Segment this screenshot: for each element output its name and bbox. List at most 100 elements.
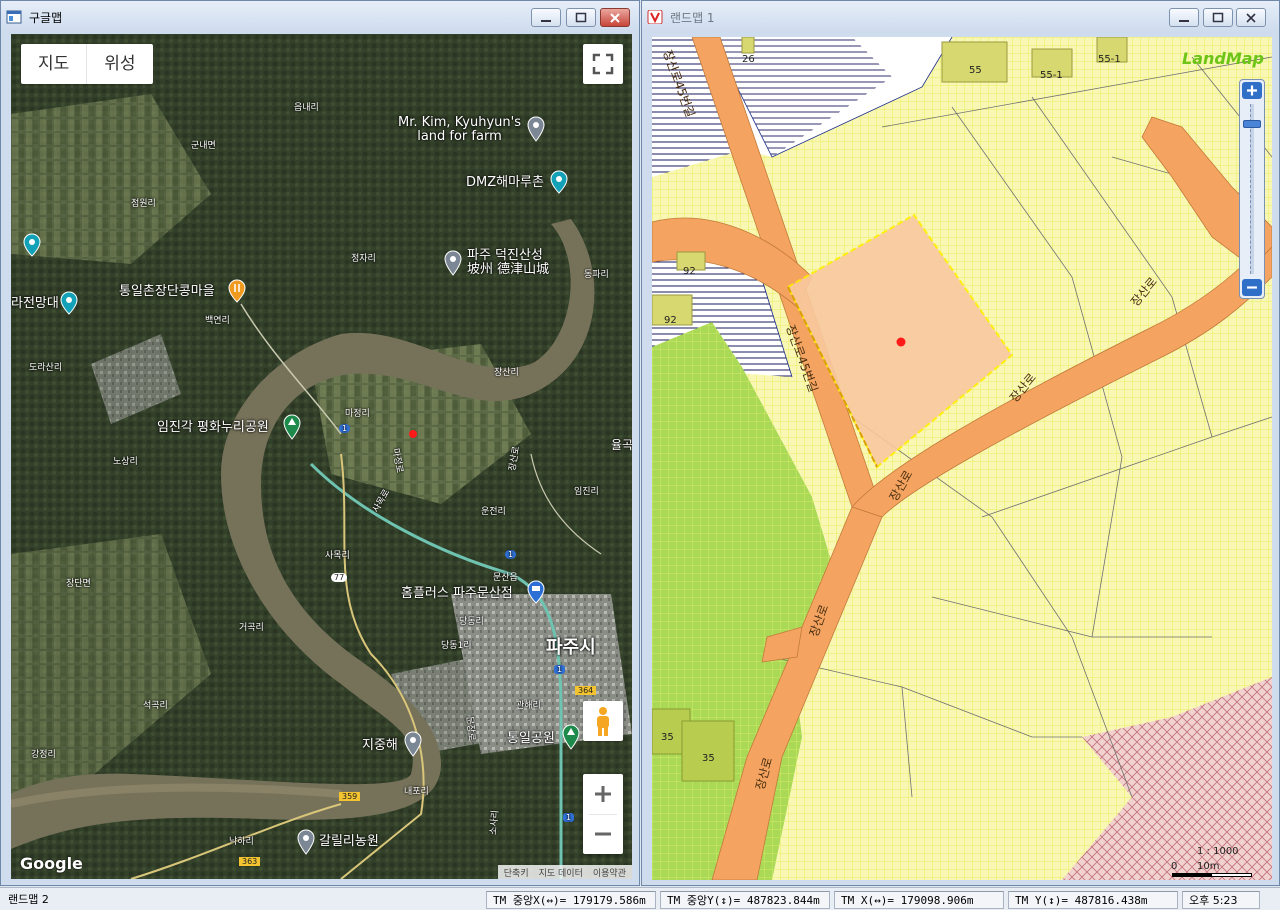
map-type-control: 지도 위성 — [21, 44, 153, 84]
map-pin-icon — [297, 829, 315, 855]
area-label: 당동1리 — [441, 641, 472, 651]
area-label: 당동리 — [459, 617, 484, 627]
status-app-name: 랜드맵 2 — [8, 893, 49, 906]
map-type-satellite-button[interactable]: 위성 — [87, 44, 152, 84]
maximize-icon — [1212, 12, 1224, 23]
camera-pin-icon — [550, 170, 568, 194]
route-badge: 364 — [575, 686, 597, 695]
terms-link[interactable]: 이용약관 — [593, 866, 626, 879]
parcel-number: 92 — [664, 315, 677, 326]
landmap-titlebar[interactable]: 랜드맵 1 — [642, 1, 1279, 33]
minus-icon — [595, 832, 611, 836]
area-label: 강정리 — [31, 750, 56, 760]
poi-deokjin-fortress[interactable]: 파주 덕진산성 坡州 德津山城 — [467, 249, 549, 277]
area-label: 군내면 — [191, 141, 216, 151]
maximize-button[interactable] — [1203, 8, 1233, 27]
minimize-icon — [541, 20, 551, 22]
poi-tongil-park[interactable]: 통일공원 — [507, 732, 555, 746]
poi-dmz[interactable]: DMZ해마루촌 — [466, 176, 544, 190]
route-badge: 1 — [554, 665, 566, 674]
park-pin-icon — [562, 724, 580, 750]
area-label: 동파리 — [584, 270, 609, 280]
zoom-slider[interactable] — [1239, 79, 1265, 299]
maximize-button[interactable] — [566, 8, 596, 27]
zoom-track[interactable] — [1250, 104, 1254, 274]
poi-label: 坡州 德津山城 — [467, 262, 550, 277]
google-map-titlebar[interactable]: 구글맵 — [1, 1, 639, 33]
area-label: 거곡리 — [239, 623, 264, 633]
landmap-window: 랜드맵 1 26 55 55-1 55-1 92 92 35 35 장산로45번… — [641, 0, 1280, 886]
area-label: 석곡리 — [143, 701, 168, 711]
fullscreen-icon — [592, 53, 614, 75]
status-tm-center-y: TM 중앙Y(↕)= 487823.844m — [660, 891, 830, 909]
plus-icon — [1247, 85, 1257, 96]
route-badge: 1 — [339, 424, 351, 433]
status-tm-x: TM X(↔)= 179098.906m — [834, 891, 1004, 909]
location-marker — [896, 337, 906, 347]
landmap-logo: LandMap — [1182, 49, 1265, 68]
parcel-number: 55 — [969, 65, 982, 76]
camera-pin-icon — [23, 233, 41, 257]
minimize-button[interactable] — [1169, 8, 1199, 27]
pegman-icon — [597, 707, 609, 736]
area-label: 도라산리 — [29, 363, 63, 373]
landmap-app-icon — [647, 10, 663, 24]
area-label: 문산읍 — [493, 573, 518, 583]
parcel-number: 26 — [742, 54, 755, 65]
zoom-out-button[interactable] — [1242, 279, 1262, 296]
satellite-imagery — [11, 34, 632, 879]
area-label: 율곡 — [611, 438, 632, 452]
zoom-in-button[interactable] — [1242, 82, 1262, 99]
area-label: 내포리 — [404, 787, 429, 797]
keyboard-shortcuts-link[interactable]: 단축키 — [504, 866, 529, 879]
fullscreen-button[interactable] — [583, 44, 623, 84]
poi-homeplus[interactable]: 홈플러스 파주문산점 — [401, 587, 513, 601]
poi-label: Mr. Kim, Kyuhyun's — [398, 115, 521, 130]
close-button[interactable] — [1236, 8, 1266, 27]
satellite-map[interactable]: 지도 위성 읍내리 군내면 점원리 정자리 동파리 백연리 도라산리 장산리 마… — [11, 34, 632, 879]
area-label: 마정리 — [345, 409, 370, 419]
maximize-icon — [575, 12, 587, 23]
street-view-button[interactable] — [583, 701, 623, 741]
area-label: 정자리 — [351, 254, 376, 264]
zoom-out-button[interactable] — [583, 814, 623, 854]
poi-label: land for farm — [417, 129, 502, 144]
window-title: 랜드맵 1 — [670, 11, 715, 25]
parcel-number: 55-1 — [1040, 70, 1063, 81]
poi-farm[interactable]: Mr. Kim, Kyuhyun's land for farm — [398, 116, 521, 144]
cadastral-map[interactable]: 26 55 55-1 55-1 92 92 35 35 장산로45번길 장산로4… — [652, 37, 1272, 880]
cadastral-map-drawing — [652, 37, 1272, 880]
map-attribution: 단축키 지도 데이터 이용약관 — [497, 865, 632, 879]
route-badge: 363 — [239, 857, 261, 866]
parcel-number: 92 — [683, 266, 696, 277]
close-icon — [610, 13, 620, 23]
poi-galgolri[interactable]: 갈릴리농원 — [319, 835, 379, 849]
status-tm-y: TM Y(↕)= 487816.438m — [1008, 891, 1178, 909]
poi-observatory[interactable]: 라전망대 — [11, 297, 59, 311]
map-type-map-button[interactable]: 지도 — [21, 44, 88, 84]
scale-zero: 0 — [1171, 861, 1178, 872]
poi-jijunghae[interactable]: 지중해 — [362, 739, 398, 753]
map-data-link[interactable]: 지도 데이터 — [539, 866, 583, 879]
poi-imjingak[interactable]: 임진각 평화누리공원 — [157, 421, 269, 435]
close-button[interactable] — [600, 8, 630, 27]
scale-bar — [1172, 873, 1252, 877]
poi-label: 파주 덕진산성 — [467, 248, 543, 263]
area-label: 읍내리 — [294, 103, 319, 113]
close-icon — [1246, 13, 1256, 23]
status-tm-center-x: TM 중앙X(↔)= 179179.586m — [486, 891, 656, 909]
poi-tongil-village[interactable]: 통일촌장단콩마을 — [119, 285, 215, 299]
area-label: 임진리 — [574, 487, 599, 497]
zoom-thumb[interactable] — [1243, 120, 1261, 128]
zoom-in-button[interactable] — [583, 774, 623, 814]
parcel-number: 35 — [661, 732, 674, 743]
park-pin-icon — [283, 414, 301, 440]
route-badge: 77 — [331, 573, 348, 582]
road-label: 문장로 — [463, 715, 476, 742]
camera-pin-icon — [60, 291, 78, 315]
area-label: 관해리 — [516, 701, 541, 711]
status-clock: 오후 5:23 — [1182, 891, 1260, 909]
area-label: 사목리 — [325, 551, 350, 561]
minimize-icon — [1179, 20, 1189, 22]
minimize-button[interactable] — [531, 8, 561, 27]
